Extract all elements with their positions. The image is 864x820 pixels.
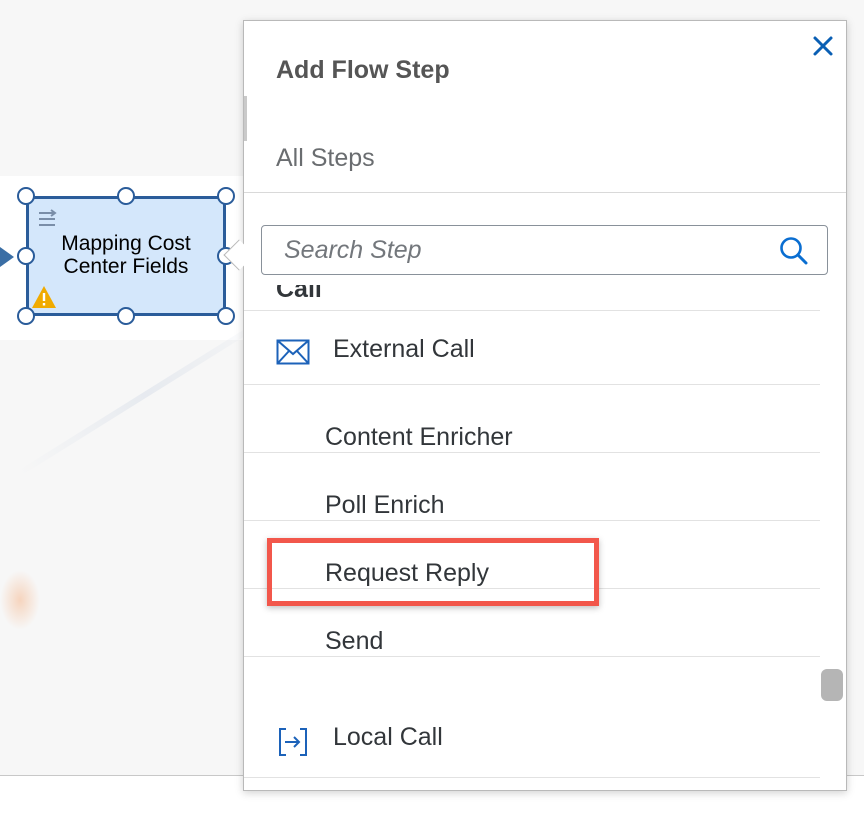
envelope-icon — [276, 339, 310, 370]
list-item-label: Content Enricher — [325, 423, 513, 451]
flow-step-title-line1: Mapping Cost — [61, 232, 191, 255]
add-flow-step-popover: Add Flow Step All Steps Call — [243, 20, 847, 791]
popover-edge-mark — [244, 96, 247, 141]
list-group-partial-label: Call — [276, 285, 322, 303]
faint-shape — [0, 570, 40, 630]
resize-handle-bottom[interactable] — [117, 307, 135, 325]
resize-handle-bottom-right[interactable] — [217, 307, 235, 325]
popover-title: Add Flow Step — [276, 56, 450, 84]
flow-step-title: Mapping Cost Center Fields — [29, 232, 223, 278]
resize-handle-left[interactable] — [17, 247, 35, 265]
request-reply-highlight — [267, 538, 599, 606]
resize-handle-bottom-left[interactable] — [17, 307, 35, 325]
list-item-label: Poll Enrich — [325, 491, 445, 519]
all-steps-subheader[interactable]: All Steps — [276, 144, 375, 173]
list-scrollbar-thumb[interactable] — [821, 669, 843, 701]
resize-handle-top-left[interactable] — [17, 187, 35, 205]
close-button[interactable] — [810, 33, 836, 59]
list-item-poll-enrich[interactable]: Poll Enrich — [244, 453, 820, 521]
flow-step-node[interactable]: Mapping Cost Center Fields — [26, 196, 226, 316]
list-group-partial[interactable]: Call — [244, 285, 820, 311]
resize-handle-top[interactable] — [117, 187, 135, 205]
search-step-input[interactable] — [262, 226, 784, 274]
flow-step-title-line2: Center Fields — [63, 255, 189, 278]
list-item-label: Send — [325, 627, 384, 655]
local-call-icon — [276, 725, 310, 764]
close-icon — [813, 36, 833, 56]
list-group-label: Local Call — [333, 723, 443, 751]
resize-handle-top-right[interactable] — [217, 187, 235, 205]
header-divider — [244, 192, 846, 193]
list-group-label: External Call — [333, 335, 475, 363]
list-item-content-enricher[interactable]: Content Enricher — [244, 385, 820, 453]
list-group-external-call[interactable]: External Call — [244, 311, 820, 385]
search-step-field[interactable] — [261, 225, 828, 275]
search-icon[interactable] — [778, 235, 810, 272]
incoming-connector-arrow — [0, 247, 14, 267]
warning-icon[interactable] — [31, 285, 57, 314]
list-group-local-call[interactable]: Local Call — [244, 683, 820, 778]
mapping-icon — [37, 209, 59, 234]
